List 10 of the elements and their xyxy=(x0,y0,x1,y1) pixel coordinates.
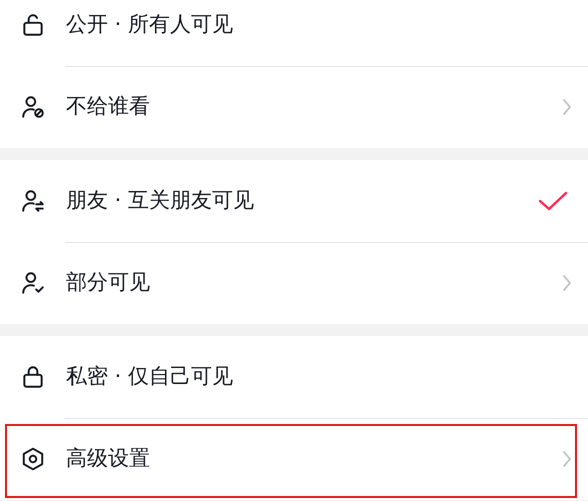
option-label[interactable]: 高级设置 xyxy=(66,443,150,475)
option-label[interactable]: 部分可见 xyxy=(66,267,150,299)
user-blocked-icon xyxy=(20,94,46,120)
user-check-icon xyxy=(20,270,46,296)
user-arrows-icon xyxy=(20,188,46,214)
option-label[interactable]: 不给谁看 xyxy=(66,91,150,123)
hexagon-settings-icon xyxy=(20,446,46,472)
option-label[interactable]: 朋友 · 互关朋友可见 xyxy=(66,185,254,217)
option-label[interactable]: 私密 · 仅自己可见 xyxy=(66,361,234,393)
option-label[interactable]: 公开 · 所有人可见 xyxy=(66,9,234,41)
